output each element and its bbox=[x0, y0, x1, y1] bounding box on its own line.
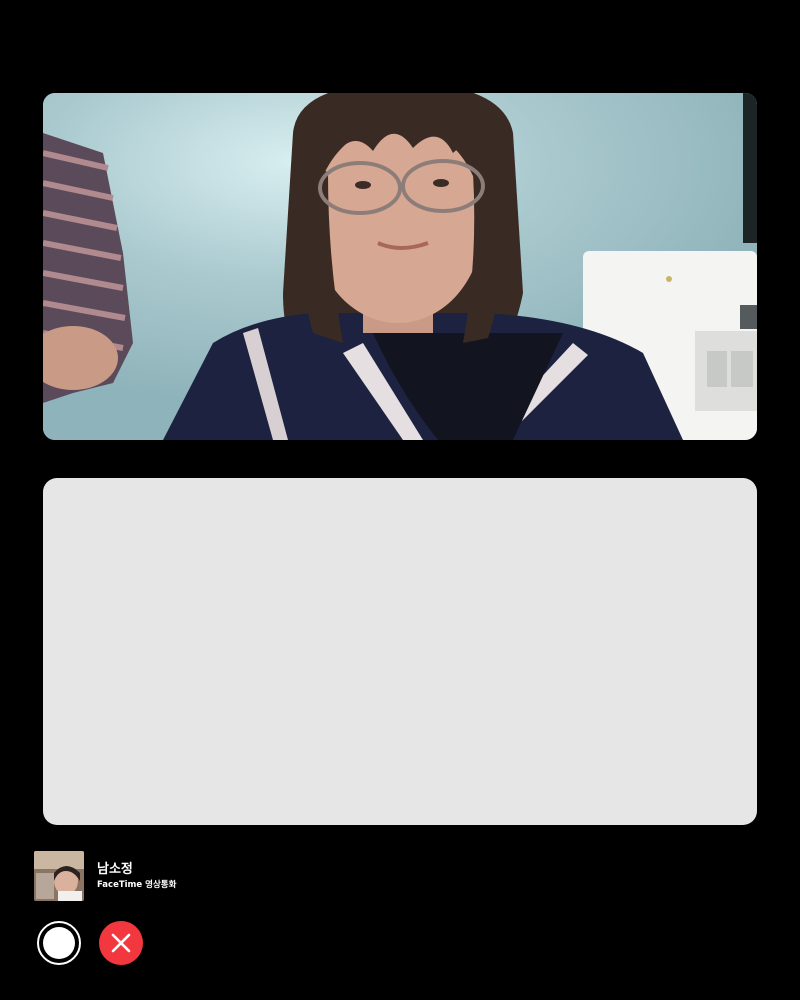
close-icon bbox=[111, 933, 131, 953]
caller-text: 남소정 FaceTime 영상통화 bbox=[97, 861, 176, 891]
caller-avatar bbox=[34, 851, 84, 901]
call-controls bbox=[37, 921, 143, 965]
decline-call-button[interactable] bbox=[99, 921, 143, 965]
caller-info: 남소정 FaceTime 영상통화 bbox=[34, 851, 176, 901]
accept-call-button[interactable] bbox=[37, 921, 81, 965]
caller-name: 남소정 bbox=[97, 862, 133, 877]
call-type-label: FaceTime 영상통화 bbox=[97, 880, 177, 890]
remote-video-feed bbox=[43, 93, 757, 440]
local-video-placeholder bbox=[43, 478, 757, 825]
video-frame-image bbox=[43, 93, 757, 440]
white-circle-icon bbox=[43, 927, 75, 959]
avatar-image bbox=[34, 851, 84, 901]
